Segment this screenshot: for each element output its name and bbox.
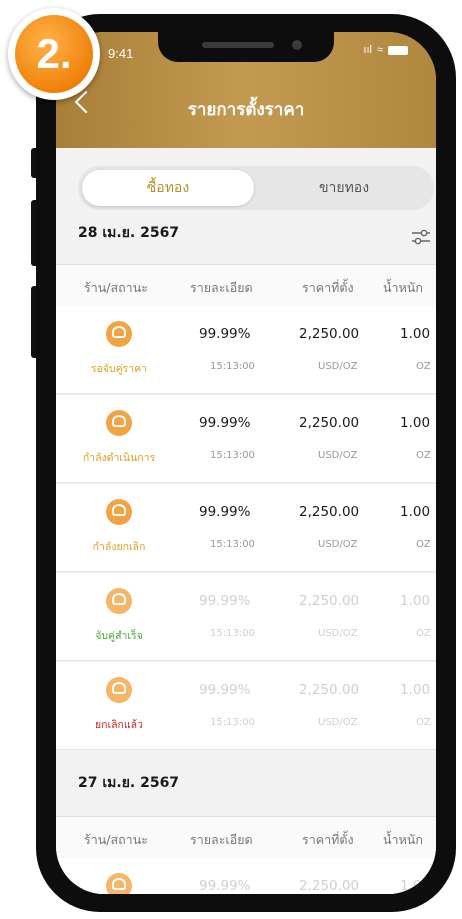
- purity-value: 99.99%: [199, 415, 251, 431]
- status-time: 9:41: [108, 46, 134, 61]
- column-header-price: ราคาที่ตั้ง: [302, 832, 354, 847]
- tab-buy-gold[interactable]: ซื้อทอง: [82, 170, 254, 206]
- weight-value: 1.00: [400, 878, 431, 894]
- speaker-grille: [202, 42, 274, 48]
- buy-sell-toggle: ซื้อทอง ขายทอง: [78, 166, 434, 210]
- gold-shop-icon: [106, 677, 132, 703]
- price-value: 2,250.00: [299, 415, 360, 431]
- price-currency: USD/OZ: [318, 539, 358, 550]
- column-header-row: ร้าน/สถานะ รายละเอียด ราคาที่ตั้ง น้ำหนัก: [56, 816, 436, 860]
- step-badge: 2.: [8, 8, 100, 100]
- price-currency: USD/OZ: [318, 717, 358, 728]
- battery-icon: [388, 45, 408, 55]
- purity-value: 99.99%: [199, 326, 251, 342]
- order-status: กำลังดำเนินการ: [82, 452, 156, 464]
- order-status: ยกเลิกแล้ว: [95, 719, 143, 731]
- weight-unit: OZ: [416, 628, 431, 639]
- price-currency: USD/OZ: [318, 628, 358, 639]
- order-time: 15:13:00: [210, 717, 255, 728]
- price-value: 2,250.00: [299, 682, 360, 698]
- column-header-weight: น้ำหนัก: [383, 832, 423, 847]
- order-time: 15:13:00: [210, 628, 255, 639]
- column-header-details: รายละเอียด: [190, 832, 253, 847]
- column-header-price: ราคาที่ตั้ง: [302, 280, 354, 295]
- app-header: 9:41 ııl ≈ รายการตั้งราคา: [56, 32, 436, 148]
- camera-dot: [292, 40, 302, 50]
- order-row[interactable]: กำลังดำเนินการ 99.99% 15:13:00 2,250.00 USD/…: [56, 395, 436, 483]
- order-status: จับคู่สำเร็จ: [95, 630, 143, 642]
- order-row[interactable]: ยกเลิกแล้ว 99.99% 15:13:00 2,250.00 USD/OZ 1.…: [56, 662, 436, 750]
- gold-shop-icon: [106, 499, 132, 525]
- column-header-weight: น้ำหนัก: [383, 280, 423, 295]
- order-status: รอจับคู่ราคา: [90, 363, 148, 375]
- phone-screen: 9:41 ııl ≈ รายการตั้งราคา ซื้อทอง ขายทอง…: [56, 32, 436, 894]
- weight-unit: OZ: [416, 539, 431, 550]
- weight-unit: OZ: [416, 361, 431, 372]
- column-header-details: รายละเอียด: [190, 280, 253, 295]
- tab-sell-gold[interactable]: ขายทอง: [258, 170, 430, 206]
- column-header-shop-status: ร้าน/สถานะ: [84, 280, 148, 295]
- weight-unit: OZ: [416, 717, 431, 728]
- weight-unit: OZ: [416, 450, 431, 461]
- order-status: กำลังยกเลิก: [92, 541, 146, 553]
- order-row[interactable]: กำลังยกเลิก 99.99% 15:13:00 2,250.00 USD/OZ 1…: [56, 484, 436, 572]
- purity-value: 99.99%: [199, 878, 251, 894]
- group-date: 28 เม.ย. 2567: [78, 225, 180, 241]
- signal-icon: ııl: [363, 44, 372, 56]
- purity-value: 99.99%: [199, 682, 251, 698]
- step-number: 2.: [15, 15, 93, 93]
- order-row[interactable]: รอจับคู่ราคา 99.99% 15:13:00 2,250.00 USD/OZ…: [56, 306, 436, 394]
- column-header-shop-status: ร้าน/สถานะ: [84, 832, 148, 847]
- price-value: 2,250.00: [299, 593, 360, 609]
- price-currency: USD/OZ: [318, 361, 358, 372]
- phone-frame: 9:41 ııl ≈ รายการตั้งราคา ซื้อทอง ขายทอง…: [36, 14, 456, 912]
- order-time: 15:13:00: [210, 539, 255, 550]
- column-header-row: ร้าน/สถานะ รายละเอียด ราคาที่ตั้ง น้ำหนัก: [56, 264, 436, 308]
- purity-value: 99.99%: [199, 504, 251, 520]
- gold-shop-icon: [106, 588, 132, 614]
- gold-shop-icon: [106, 873, 132, 894]
- order-row[interactable]: จับคู่สำเร็จ 99.99% 15:13:00 2,250.00 USD/OZ…: [56, 573, 436, 661]
- order-row[interactable]: 99.99%15:13:002,250.00USD/OZ1.00OZ: [56, 858, 436, 894]
- page-title: รายการตั้งราคา: [187, 100, 305, 120]
- order-time: 15:13:00: [210, 361, 255, 372]
- gold-shop-icon: [106, 410, 132, 436]
- purity-value: 99.99%: [199, 593, 251, 609]
- weight-value: 1.00: [400, 682, 431, 698]
- price-currency: USD/OZ: [318, 450, 358, 461]
- weight-value: 1.00: [400, 415, 431, 431]
- filter-icon[interactable]: [411, 229, 431, 245]
- notch: [158, 32, 334, 62]
- price-value: 2,250.00: [299, 504, 360, 520]
- weight-value: 1.00: [400, 504, 431, 520]
- wifi-icon: ≈: [376, 44, 383, 56]
- price-value: 2,250.00: [299, 326, 360, 342]
- gold-shop-icon: [106, 321, 132, 347]
- group-date: 27 เม.ย. 2567: [78, 775, 180, 791]
- weight-value: 1.00: [400, 593, 431, 609]
- price-value: 2,250.00: [299, 878, 360, 894]
- order-time: 15:13:00: [210, 450, 255, 461]
- weight-value: 1.00: [400, 326, 431, 342]
- status-icons: ııl ≈: [363, 44, 408, 56]
